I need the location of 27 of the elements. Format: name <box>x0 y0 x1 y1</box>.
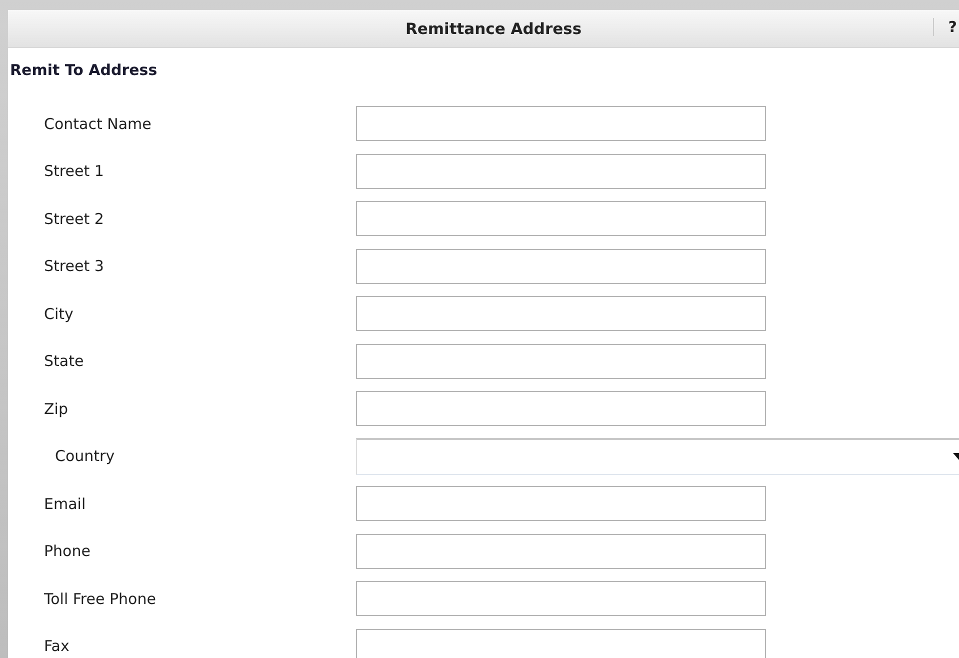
field-label: State <box>43 352 85 370</box>
window-title: Remittance Address <box>405 20 582 38</box>
input-field[interactable] <box>356 534 766 568</box>
field-label: Contact Name <box>43 114 152 132</box>
input-field[interactable] <box>356 201 766 236</box>
field-label: Street 1 <box>43 162 105 180</box>
field-label: Toll Free Phone <box>43 590 157 608</box>
field-label: Phone <box>43 542 92 560</box>
input-field[interactable] <box>356 344 766 378</box>
input-field[interactable] <box>356 296 766 331</box>
input-field[interactable] <box>356 628 766 658</box>
field-label: Fax <box>43 637 70 655</box>
section-title: Remit To Address <box>9 60 158 81</box>
input-field[interactable] <box>356 581 766 616</box>
field-label: Street 2 <box>43 210 105 228</box>
field-label: Email <box>43 494 87 512</box>
help-button[interactable]: ? <box>933 18 957 36</box>
input-field[interactable] <box>356 486 766 521</box>
field-label: Zip <box>43 400 69 418</box>
field-label: Street 3 <box>43 257 105 275</box>
field-label: Country <box>54 447 116 465</box>
input-field[interactable] <box>356 154 766 188</box>
dropdown-field[interactable] <box>356 438 959 474</box>
input-field[interactable] <box>356 391 766 426</box>
field-label: City <box>43 304 74 322</box>
input-field[interactable] <box>356 106 766 141</box>
input-field[interactable] <box>356 248 766 284</box>
